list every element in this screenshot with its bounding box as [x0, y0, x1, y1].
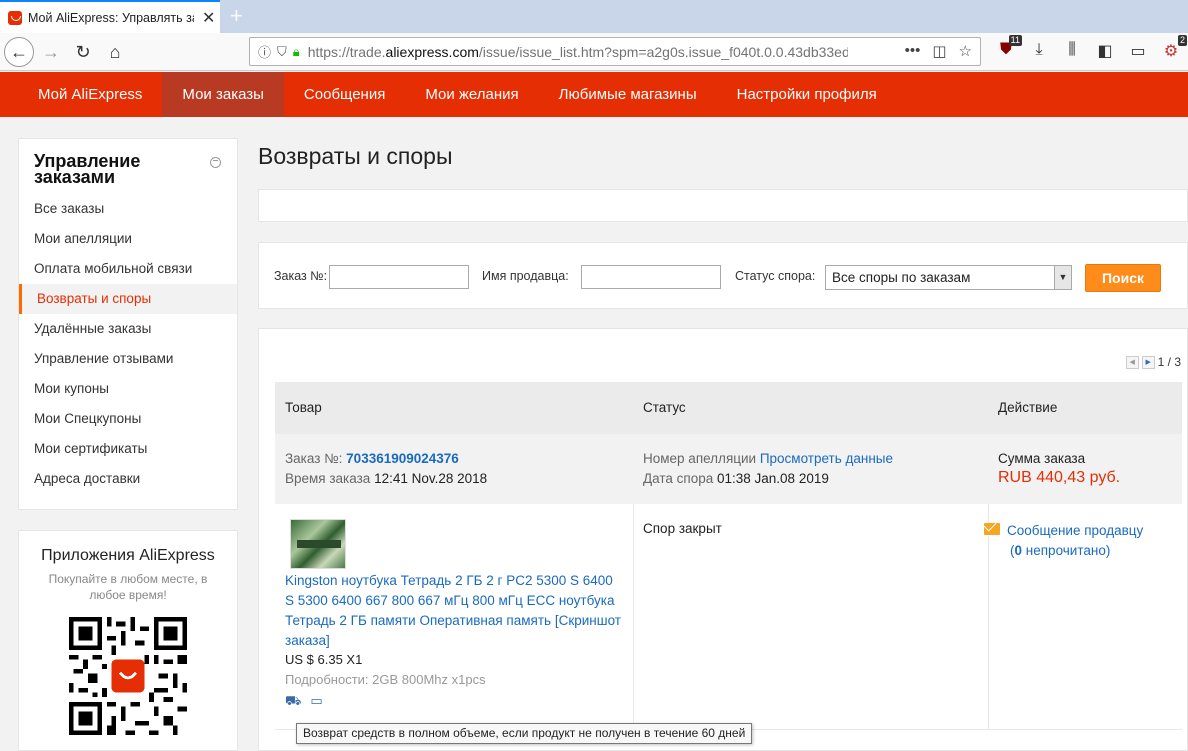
- sidebar-item-mobile-payment[interactable]: Оплата мобильной связи: [19, 254, 237, 284]
- order-header: Заказ №: 703361909024376 Время заказа 12…: [275, 434, 1182, 504]
- nav-my-orders[interactable]: Мои заказы: [162, 72, 284, 117]
- page-title: Возвраты и споры: [258, 143, 453, 169]
- appeal-number: Номер апелляции Просмотреть данные: [643, 451, 894, 466]
- sidebar: Управление заказами − Все заказы Мои апе…: [18, 138, 238, 510]
- url-text[interactable]: https://trade.aliexpress.com/issue/issue…: [308, 44, 848, 60]
- sidebar-item-appeals[interactable]: Мои апелляции: [19, 224, 237, 254]
- nav-favorite-stores[interactable]: Любимые магазины: [539, 72, 717, 117]
- nav-profile-settings[interactable]: Настройки профиля: [717, 72, 897, 117]
- collapse-icon[interactable]: −: [210, 157, 221, 168]
- filter-panel: Заказ №: Имя продавца: Статус спора: Все…: [258, 242, 1188, 309]
- qr-code-icon: [69, 617, 187, 735]
- dispute-date: Дата спора 01:38 Jan.08 2019: [643, 471, 829, 486]
- order-number-label: Заказ №:: [274, 269, 328, 283]
- tab-title: Мой AliExpress: Управлять зак: [28, 10, 194, 25]
- page-indicator: 1 / 3: [1157, 355, 1181, 369]
- sidebar-item-addresses[interactable]: Адреса доставки: [19, 464, 237, 494]
- disputes-list: ◀ ▶ 1 / 3 Товар Статус Действие Заказ №:…: [258, 328, 1188, 751]
- download-icon[interactable]: ⤓: [1029, 41, 1049, 61]
- envelope-icon: [984, 523, 1000, 535]
- prev-page-icon[interactable]: ◀: [1125, 355, 1139, 369]
- refund-guarantee-icon[interactable]: ▭: [310, 693, 322, 711]
- col-status: Статус: [643, 400, 686, 415]
- screen-icon[interactable]: ▭: [1128, 41, 1148, 61]
- delivery-guarantee-icon[interactable]: ⛟: [285, 693, 301, 711]
- aliexpress-favicon-icon: [8, 10, 22, 25]
- close-tab-icon[interactable]: ✕: [202, 8, 215, 28]
- chevron-down-icon[interactable]: ▼: [1054, 266, 1071, 289]
- app-promo-title: Приложения AliExpress: [41, 547, 215, 564]
- product-price: US $ 6.35 X1: [285, 652, 363, 667]
- notice-bar: [258, 189, 1188, 222]
- nav-wishlist[interactable]: Мои желания: [405, 72, 538, 117]
- sidebar-item-deleted-orders[interactable]: Удалённые заказы: [19, 314, 237, 344]
- nav-my-aliexpress[interactable]: Мой AliExpress: [18, 72, 162, 117]
- url-bar[interactable]: ⓘ ⛉ 🔒︎ https://trade.aliexpress.com/issu…: [249, 37, 981, 66]
- extension-icon[interactable]: ⚙ 2: [1161, 35, 1187, 61]
- dispute-status-label: Статус спора:: [735, 269, 816, 283]
- order-number-link[interactable]: 703361909024376: [346, 451, 459, 466]
- info-icon[interactable]: ⓘ: [258, 42, 271, 61]
- table-row: Kingston ноутбука Тетрадь 2 ГБ 2 г PC2 5…: [275, 504, 1182, 730]
- seller-name-label: Имя продавца:: [482, 269, 569, 283]
- search-button[interactable]: Поиск: [1085, 264, 1161, 292]
- app-promo-subtitle: Покупайте в любом месте, в любое время!: [48, 572, 208, 602]
- tracking-shield-icon[interactable]: ⛉: [277, 44, 287, 60]
- page-actions-icon[interactable]: •••: [905, 42, 921, 60]
- sidebar-item-special-coupons[interactable]: Мои Спецкупоны: [19, 404, 237, 434]
- column-divider: [633, 504, 634, 730]
- view-details-link[interactable]: Просмотреть данные: [760, 451, 893, 466]
- order-sum-value: RUB 440,43 руб.: [998, 469, 1121, 486]
- browser-tab[interactable]: Мой AliExpress: Управлять зак ✕: [0, 0, 220, 33]
- ublock-icon[interactable]: ⛊ 11: [996, 35, 1022, 61]
- sidebar-title: Управление заказами: [34, 151, 141, 187]
- refund-tooltip: Возврат средств в полном объеме, если пр…: [296, 723, 753, 744]
- product-link[interactable]: Kingston ноутбука Тетрадь 2 ГБ 2 г PC2 5…: [285, 571, 625, 651]
- order-sum-label: Сумма заказа: [998, 451, 1086, 466]
- next-page-icon[interactable]: ▶: [1141, 355, 1155, 369]
- sidebar-item-all-orders[interactable]: Все заказы: [19, 194, 237, 224]
- product-details: Подробности: 2GB 800Mhz x1pcs: [285, 672, 486, 687]
- app-promo: Приложения AliExpress Покупайте в любом …: [18, 530, 238, 751]
- site-nav: Мой AliExpress Мои заказы Сообщения Мои …: [0, 72, 1188, 117]
- pocket-icon[interactable]: ◫: [932, 42, 946, 60]
- pagination: ◀ ▶ 1 / 3: [1125, 355, 1181, 369]
- product-thumbnail[interactable]: [290, 519, 346, 569]
- seller-name-input[interactable]: [581, 265, 721, 289]
- sidebar-item-returns-disputes[interactable]: Возвраты и споры: [19, 284, 237, 314]
- order-time: Время заказа 12:41 Nov.28 2018: [285, 471, 488, 486]
- lock-icon[interactable]: 🔒︎: [293, 44, 300, 60]
- nav-messages[interactable]: Сообщения: [284, 72, 405, 117]
- column-divider: [988, 504, 989, 730]
- browser-navbar: ← → ↻ ⌂ ⓘ ⛉ 🔒︎ https://trade.aliexpress.…: [0, 33, 1188, 71]
- sidebar-item-coupons[interactable]: Мои купоны: [19, 374, 237, 404]
- order-number: Заказ №: 703361909024376: [285, 451, 459, 466]
- message-seller-link[interactable]: Сообщение продавцу: [1007, 523, 1143, 538]
- sidebar-icon[interactable]: ◧: [1095, 41, 1115, 61]
- bookmark-star-icon[interactable]: ☆: [959, 42, 972, 60]
- forward-button[interactable]: →: [36, 37, 66, 67]
- library-icon[interactable]: ⫼: [1062, 41, 1082, 61]
- reload-button[interactable]: ↻: [68, 37, 98, 67]
- browser-tabbar: Мой AliExpress: Управлять зак ✕ +: [0, 0, 1188, 33]
- unread-count: (0 непрочитано): [1010, 543, 1111, 558]
- dispute-status: Спор закрыт: [643, 521, 722, 536]
- col-product: Товар: [285, 400, 322, 415]
- col-action: Действие: [998, 400, 1058, 415]
- back-button[interactable]: ←: [4, 37, 34, 67]
- dispute-status-select[interactable]: Все споры по заказам ▼: [825, 265, 1072, 290]
- message-seller: Сообщение продавцу (0 непрочитано): [984, 521, 1143, 561]
- sidebar-item-feedback[interactable]: Управление отзывами: [19, 344, 237, 374]
- home-button[interactable]: ⌂: [100, 37, 130, 67]
- sidebar-item-certificates[interactable]: Мои сертификаты: [19, 434, 237, 464]
- new-tab-button[interactable]: +: [230, 3, 243, 29]
- table-header: Товар Статус Действие: [275, 382, 1182, 434]
- order-number-input[interactable]: [329, 265, 469, 289]
